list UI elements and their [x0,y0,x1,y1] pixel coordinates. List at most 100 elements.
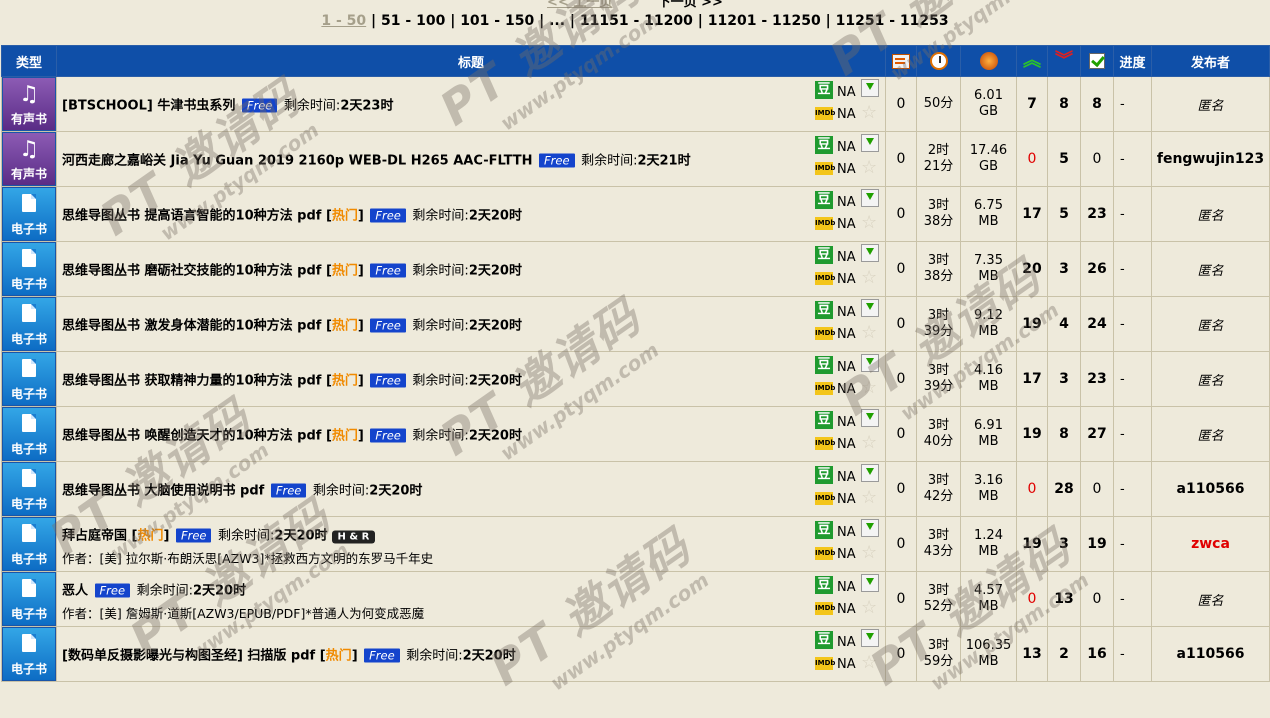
comments-count[interactable]: 0 [885,186,917,242]
comments-count[interactable]: 0 [885,351,917,407]
header-publisher[interactable]: 发布者 [1151,45,1270,77]
douban-icon[interactable]: 豆 [815,136,833,154]
category-badge[interactable]: 电子书 [3,243,55,295]
comments-count[interactable]: 0 [885,76,917,132]
category-cell[interactable]: ♫ 有声书 [1,76,57,132]
download-icon[interactable] [861,629,879,647]
seeders-count[interactable]: 19 [1016,296,1048,352]
torrent-title-link[interactable]: 拜占庭帝国 [62,529,127,544]
imdb-icon[interactable]: IMDb [815,327,835,340]
imdb-icon[interactable]: IMDb [815,437,835,450]
publisher[interactable]: a110566 [1151,461,1270,517]
torrent-title-link[interactable]: [数码单反摄影曝光与构图圣经] 扫描版 pdf [62,649,315,664]
completed-count[interactable]: 0 [1080,131,1114,187]
imdb-icon[interactable]: IMDb [815,162,835,175]
category-badge[interactable]: 电子书 [3,408,55,460]
page-link[interactable]: 11251 - 11253 [836,13,949,29]
publisher[interactable]: zwca [1151,516,1270,572]
next-page-link[interactable]: 下一页 >> [658,0,723,10]
category-cell[interactable]: 电子书 [1,461,57,517]
douban-icon[interactable]: 豆 [815,411,833,429]
header-time[interactable] [916,45,961,77]
leechers-count[interactable]: 5 [1047,186,1081,242]
seeders-count[interactable]: 17 [1016,351,1048,407]
completed-count[interactable]: 16 [1080,626,1114,682]
leechers-count[interactable]: 2 [1047,626,1081,682]
category-badge[interactable]: 电子书 [3,573,55,625]
torrent-title-link[interactable]: 思维导图丛书 获取精神力量的10种方法 pdf [62,374,321,389]
douban-icon[interactable]: 豆 [815,576,833,594]
leechers-count[interactable]: 3 [1047,516,1081,572]
page-link[interactable]: 11151 - 11200 [580,13,693,29]
leechers-count[interactable]: 3 [1047,351,1081,407]
page-link[interactable]: 51 - 100 [381,13,445,29]
leechers-count[interactable]: 3 [1047,241,1081,297]
torrent-title-link[interactable]: 思维导图丛书 磨砺社交技能的10种方法 pdf [62,264,321,279]
bookmark-star-icon[interactable]: ☆ [861,213,877,233]
header-comments[interactable] [885,45,917,77]
category-cell[interactable]: 电子书 [1,241,57,297]
leechers-count[interactable]: 4 [1047,296,1081,352]
leechers-count[interactable]: 5 [1047,131,1081,187]
torrent-title-link[interactable]: 思维导图丛书 唤醒创造天才的10种方法 pdf [62,429,321,444]
category-cell[interactable]: 电子书 [1,626,57,682]
completed-count[interactable]: 8 [1080,76,1114,132]
header-type[interactable]: 类型 [1,45,57,77]
download-icon[interactable] [861,519,879,537]
torrent-title-link[interactable]: [BTSCHOOL] 牛津书虫系列 [62,99,235,114]
download-icon[interactable] [861,574,879,592]
category-cell[interactable]: ♫ 有声书 [1,131,57,187]
seeders-count[interactable]: 7 [1016,76,1048,132]
completed-count[interactable]: 23 [1080,186,1114,242]
comments-count[interactable]: 0 [885,516,917,572]
comments-count[interactable]: 0 [885,241,917,297]
header-leechers[interactable]: ︾ [1047,45,1081,77]
completed-count[interactable]: 23 [1080,351,1114,407]
page-link[interactable]: 101 - 150 [460,13,534,29]
category-cell[interactable]: 电子书 [1,516,57,572]
douban-icon[interactable]: 豆 [815,631,833,649]
download-icon[interactable] [861,79,879,97]
seeders-count[interactable]: 19 [1016,516,1048,572]
bookmark-star-icon[interactable]: ☆ [861,488,877,508]
header-title[interactable]: 标题 [56,45,886,77]
imdb-icon[interactable]: IMDb [815,107,835,120]
category-cell[interactable]: 电子书 [1,186,57,242]
header-progress[interactable]: 进度 [1113,45,1152,77]
bookmark-star-icon[interactable]: ☆ [861,543,877,563]
bookmark-star-icon[interactable]: ☆ [861,103,877,123]
comments-count[interactable]: 0 [885,571,917,627]
bookmark-star-icon[interactable]: ☆ [861,653,877,673]
leechers-count[interactable]: 28 [1047,461,1081,517]
category-badge[interactable]: 电子书 [3,188,55,240]
header-size[interactable] [960,45,1017,77]
torrent-title-link[interactable]: 恶人 [62,584,88,599]
bookmark-star-icon[interactable]: ☆ [861,598,877,618]
douban-icon[interactable]: 豆 [815,356,833,374]
category-badge[interactable]: 电子书 [3,518,55,570]
imdb-icon[interactable]: IMDb [815,272,835,285]
category-badge[interactable]: ♫ 有声书 [3,133,55,185]
header-completed[interactable] [1080,45,1114,77]
torrent-title-link[interactable]: 思维导图丛书 大脑使用说明书 pdf [62,484,264,499]
completed-count[interactable]: 19 [1080,516,1114,572]
imdb-icon[interactable]: IMDb [815,657,835,670]
download-icon[interactable] [861,299,879,317]
completed-count[interactable]: 26 [1080,241,1114,297]
douban-icon[interactable]: 豆 [815,191,833,209]
category-cell[interactable]: 电子书 [1,296,57,352]
comments-count[interactable]: 0 [885,461,917,517]
seeders-count[interactable]: 19 [1016,406,1048,462]
comments-count[interactable]: 0 [885,626,917,682]
page-link[interactable]: 11201 - 11250 [708,13,821,29]
bookmark-star-icon[interactable]: ☆ [861,378,877,398]
douban-icon[interactable]: 豆 [815,246,833,264]
publisher[interactable]: a110566 [1151,626,1270,682]
category-badge[interactable]: 电子书 [3,463,55,515]
imdb-icon[interactable]: IMDb [815,602,835,615]
torrent-title-link[interactable]: 思维导图丛书 提高语言智能的10种方法 pdf [62,209,321,224]
category-badge[interactable]: 电子书 [3,628,55,680]
prev-page-link[interactable]: << 上一页 [547,0,612,10]
category-cell[interactable]: 电子书 [1,351,57,407]
publisher[interactable]: fengwujin123 [1151,131,1270,187]
